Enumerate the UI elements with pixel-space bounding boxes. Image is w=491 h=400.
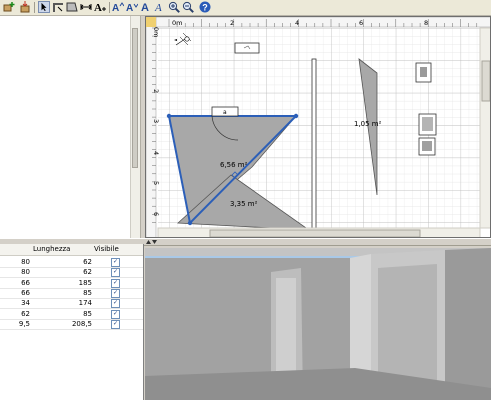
create-rooms-icon[interactable] [66,1,78,13]
svg-text:A: A [141,2,149,13]
select-mode-icon[interactable] [38,1,50,13]
furniture-piece-symbol [422,141,432,151]
add-text-icon[interactable]: A [94,1,106,13]
ruler-y-label: 2 [152,89,160,93]
table-row[interactable]: 9,5 208,5 ✓ [0,319,143,330]
cell-width: 62 [21,309,30,318]
plan-canvas[interactable]: 0m 2 4 6 8 0m 2 3 4 5 6 a 6,56 m² 3,35 m… [146,17,491,238]
furniture-list[interactable]: Lunghezza Visibile 80 62 ✓ 80 62 ✓ 66 185 ✓ 66 85 ✓… [0,244,144,400]
visible-checkbox[interactable]: ✓ [111,268,120,278]
ruler-x-label: 2 [230,19,234,27]
wall-handle[interactable] [187,220,193,226]
zoom-in-icon[interactable] [168,1,180,13]
ruler-y-label: 4 [152,151,160,155]
zoom-out-icon[interactable] [182,1,194,13]
room-area-label: 6,56 m² [220,161,248,169]
cell-width: 9,5 [18,319,30,328]
cell-width: 80 [21,268,30,277]
plan-view[interactable]: 0m 2 4 6 8 0m 2 3 4 5 6 a 6,56 m² 3,35 m… [145,16,491,238]
column-header-length[interactable]: Lunghezza [33,244,70,255]
cell-length: 85 [83,288,92,297]
cell-width: 80 [21,258,30,266]
furniture-piece-symbol [420,67,427,77]
3d-wall-far-right [445,248,491,400]
plan-horizontal-thumb[interactable] [209,229,421,237]
visible-checkbox[interactable]: ✓ [111,288,120,298]
splitter-arrows-icon[interactable] [145,239,157,245]
toolbar-separator [109,2,110,13]
column-header-visible[interactable]: Visibile [94,244,119,255]
visible-checkbox[interactable]: ✓ [111,299,120,309]
furniture-piece-symbol [422,117,433,131]
cell-length: 62 [83,258,92,266]
visible-checkbox[interactable]: ✓ [111,258,120,267]
cell-width: 66 [21,278,30,287]
help-icon[interactable]: ? [199,1,211,13]
cell-width: 34 [21,299,30,308]
toolbar-separator [34,2,35,13]
room-area-label: 1,05 m² [354,120,382,128]
furniture-catalog[interactable] [0,16,141,238]
create-walls-icon[interactable] [52,1,64,13]
cell-length: 185 [78,278,92,287]
3d-canvas[interactable] [145,248,491,400]
visible-checkbox[interactable]: ✓ [111,309,120,319]
ruler-y-label: 6 [152,212,160,216]
furniture-box[interactable] [234,42,260,54]
svg-text:A: A [94,2,102,13]
cell-length: 85 [83,309,92,318]
add-furniture-icon[interactable] [3,1,15,13]
top-ruler [146,17,490,28]
decrease-text-size-icon[interactable]: A [126,1,138,13]
ruler-x-label: 0m [172,19,182,27]
catalog-scrollbar[interactable] [130,16,140,238]
plan-vertical-scrollbar[interactable] [479,27,491,229]
catalog-scrollbar-thumb[interactable] [132,28,138,168]
wall-handle[interactable] [166,113,172,119]
furniture-table-header: Lunghezza Visibile [0,244,143,256]
wall-vertical[interactable] [311,58,317,238]
ruler-x-label: 8 [424,19,428,27]
visible-checkbox[interactable]: ✓ [111,319,120,329]
cell-length: 62 [83,268,92,277]
ruler-y-label: 5 [152,181,160,185]
ruler-y-label: 3 [152,119,160,123]
ruler-y-label: 0m [152,27,160,37]
increase-text-size-icon[interactable]: A [112,1,124,13]
import-furniture-icon[interactable] [19,1,31,13]
ruler-x-label: 4 [295,19,299,27]
italic-text-icon[interactable]: A [154,1,166,13]
plan-vertical-thumb[interactable] [481,60,490,102]
ruler-x-label: 6 [359,19,363,27]
room-area-label: 3,35 m² [230,200,258,208]
svg-text:A: A [112,3,119,13]
left-ruler [146,17,157,237]
cell-length: 208,5 [71,319,92,328]
cell-length: 174 [78,299,92,308]
column-header-width[interactable] [2,244,28,255]
cell-width: 66 [21,288,30,297]
svg-text:A: A [154,2,162,13]
create-dimensions-icon[interactable] [80,1,92,13]
wall-handle[interactable] [293,113,299,119]
ruler-corner [146,17,156,27]
svg-text:?: ? [202,3,208,13]
svg-text:A: A [126,3,133,13]
main-toolbar: A A A A A ? [0,0,491,16]
visible-checkbox[interactable]: ✓ [111,278,120,288]
3d-view[interactable] [145,248,491,400]
door-label: a [223,109,227,116]
bold-text-icon[interactable]: A [140,1,152,13]
